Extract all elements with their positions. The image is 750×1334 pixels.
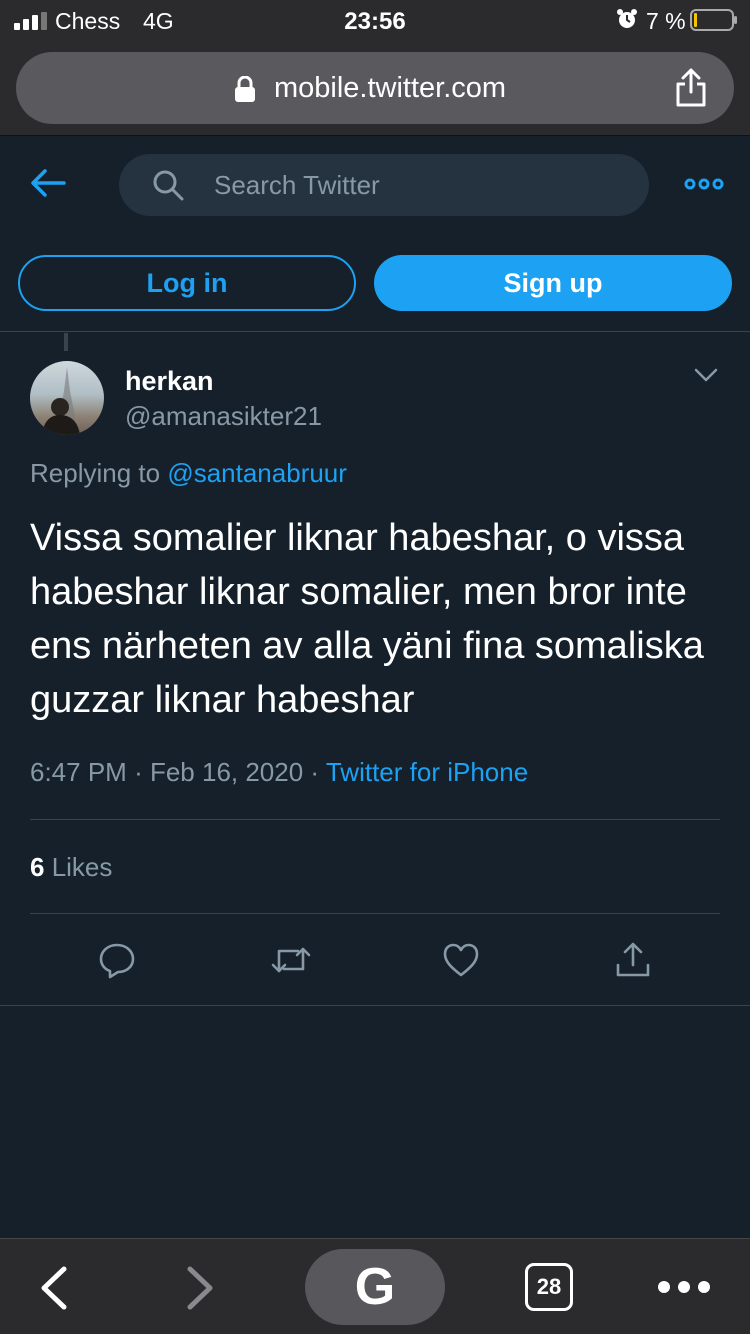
- likes-count: 6: [30, 852, 45, 882]
- lock-icon: [235, 76, 255, 102]
- tabs-count-button[interactable]: 28: [525, 1263, 573, 1311]
- more-dots-icon[interactable]: [656, 1279, 712, 1295]
- display-name[interactable]: herkan: [125, 366, 214, 397]
- share-icon[interactable]: [674, 68, 708, 108]
- tweet-text: Vissa somalier liknar habeshar, o vissa …: [30, 517, 704, 721]
- login-button[interactable]: Log in: [18, 255, 356, 311]
- search-box[interactable]: [119, 154, 649, 216]
- tweet-meta: 6:47 PM · Feb 16, 2020 · Twitter for iPh…: [30, 757, 528, 788]
- tweet: herkan @amanasikter21 Replying to @santa…: [0, 333, 750, 1006]
- status-bar: Chess 4G 23:56 7 %: [0, 0, 750, 42]
- auth-row: Log in Sign up: [0, 236, 750, 332]
- reply-mention-link[interactable]: @santanabruur: [167, 458, 347, 488]
- address-bar[interactable]: mobile.twitter.com: [16, 52, 734, 124]
- tweet-time: 6:47 PM: [30, 757, 127, 787]
- share-icon[interactable]: [614, 941, 652, 979]
- battery-percentage: 7 %: [646, 8, 686, 34]
- url-text[interactable]: mobile.twitter.com: [274, 72, 506, 105]
- google-logo-letter: G: [354, 1258, 396, 1316]
- divider: [30, 819, 720, 820]
- more-dots-icon[interactable]: [684, 176, 724, 192]
- avatar[interactable]: [30, 361, 104, 435]
- likes-stat[interactable]: 6 Likes: [30, 852, 112, 883]
- avatar-photo: [42, 367, 80, 435]
- tweet-source-link[interactable]: Twitter for iPhone: [326, 757, 528, 787]
- search-icon: [153, 170, 184, 201]
- search-input[interactable]: [214, 164, 624, 206]
- battery-icon: [690, 9, 737, 31]
- replying-to-prefix: Replying to: [30, 458, 168, 488]
- retweet-icon[interactable]: [270, 941, 312, 979]
- twitter-header: [0, 136, 750, 236]
- chevron-left-icon[interactable]: [38, 1265, 68, 1311]
- chevron-down-icon[interactable]: [694, 367, 718, 383]
- tweet-date: Feb 16, 2020: [149, 757, 304, 787]
- meta-separator: ·: [310, 757, 326, 787]
- google-button[interactable]: G: [305, 1249, 445, 1325]
- browser-toolbar: G 28: [0, 1238, 750, 1334]
- chevron-right-icon[interactable]: [186, 1265, 216, 1311]
- user-handle[interactable]: @amanasikter21: [125, 401, 322, 432]
- thread-connector-line: [64, 333, 68, 351]
- meta-separator: ·: [134, 757, 150, 787]
- replying-to: Replying to @santanabruur: [30, 458, 347, 489]
- alarm-clock-icon: [617, 9, 637, 28]
- likes-label: Likes: [44, 852, 113, 882]
- heart-icon[interactable]: [442, 941, 480, 979]
- reply-bubble-icon[interactable]: [98, 941, 136, 979]
- browser-address-area: mobile.twitter.com: [0, 42, 750, 136]
- signup-button[interactable]: Sign up: [374, 255, 732, 311]
- arrow-left-icon[interactable]: [30, 168, 66, 198]
- divider: [30, 913, 720, 914]
